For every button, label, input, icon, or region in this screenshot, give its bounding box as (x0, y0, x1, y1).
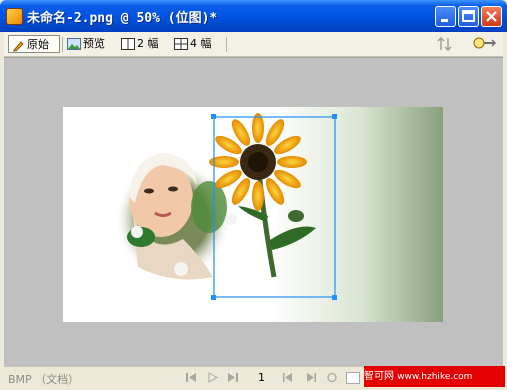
document-type: BMP （文档） (8, 373, 80, 386)
close-icon (486, 11, 497, 22)
loop-icon (327, 372, 337, 383)
maximize-button[interactable] (458, 6, 479, 27)
first-frame-button[interactable] (185, 372, 197, 386)
toolbar-separator (226, 37, 227, 52)
minimize-icon (441, 19, 448, 22)
view-toolbar: 原始 预览 2 幅 4 幅 (4, 32, 503, 57)
document-icon (6, 8, 23, 25)
last-frame-button[interactable] (227, 372, 239, 386)
two-up-view-button[interactable]: 2 幅 (118, 35, 159, 53)
loop-button[interactable] (326, 372, 338, 386)
play-icon (208, 372, 219, 383)
original-view-label: 原始 (27, 38, 49, 51)
fireworks-document-window: 未命名-2.png @ 50% (位图)* 原始 预览 2 幅 4 幅 BMP … (0, 0, 507, 390)
document-canvas[interactable] (4, 57, 503, 367)
close-button[interactable] (481, 6, 502, 27)
maximize-icon (462, 10, 475, 22)
title-bar[interactable]: 未命名-2.png @ 50% (位图)* (0, 0, 507, 32)
sort-button[interactable] (436, 35, 458, 53)
sort-icon (437, 37, 452, 51)
toolbar-separator (62, 37, 63, 52)
site-watermark: 智可网 www.hzhike.com (364, 366, 505, 387)
two-up-view-label: 2 幅 (137, 37, 159, 50)
first-frame-icon (186, 373, 196, 382)
last-frame-icon (228, 373, 238, 382)
four-up-view-label: 4 幅 (190, 37, 212, 50)
preview-view-label: 预览 (83, 37, 105, 50)
quick-export-button[interactable] (472, 35, 498, 53)
previous-frame-icon (283, 373, 292, 382)
four-up-icon (174, 38, 188, 50)
image-document[interactable] (63, 107, 443, 322)
watermark-site: www.hzhike.com (397, 372, 473, 382)
watermark-brand: 智可网 (364, 371, 394, 382)
frame-size-field[interactable] (346, 372, 360, 387)
pencil-icon (13, 40, 24, 52)
previous-frame-button[interactable] (282, 372, 294, 386)
next-frame-icon (307, 373, 316, 382)
minimize-button[interactable] (435, 6, 456, 27)
preview-view-button[interactable]: 预览 (64, 35, 105, 53)
preview-icon (67, 38, 81, 50)
window-title: 未命名-2.png @ 50% (位图)* (27, 11, 218, 26)
frame-number: 1 (258, 371, 265, 384)
magnifier-icon (473, 37, 497, 49)
two-up-icon (121, 38, 135, 50)
original-view-button[interactable]: 原始 (8, 35, 60, 53)
four-up-view-button[interactable]: 4 幅 (171, 35, 212, 53)
frame-size-icon (346, 372, 360, 384)
play-button[interactable] (207, 372, 219, 386)
next-frame-button[interactable] (305, 372, 317, 386)
composite-image (63, 107, 443, 322)
